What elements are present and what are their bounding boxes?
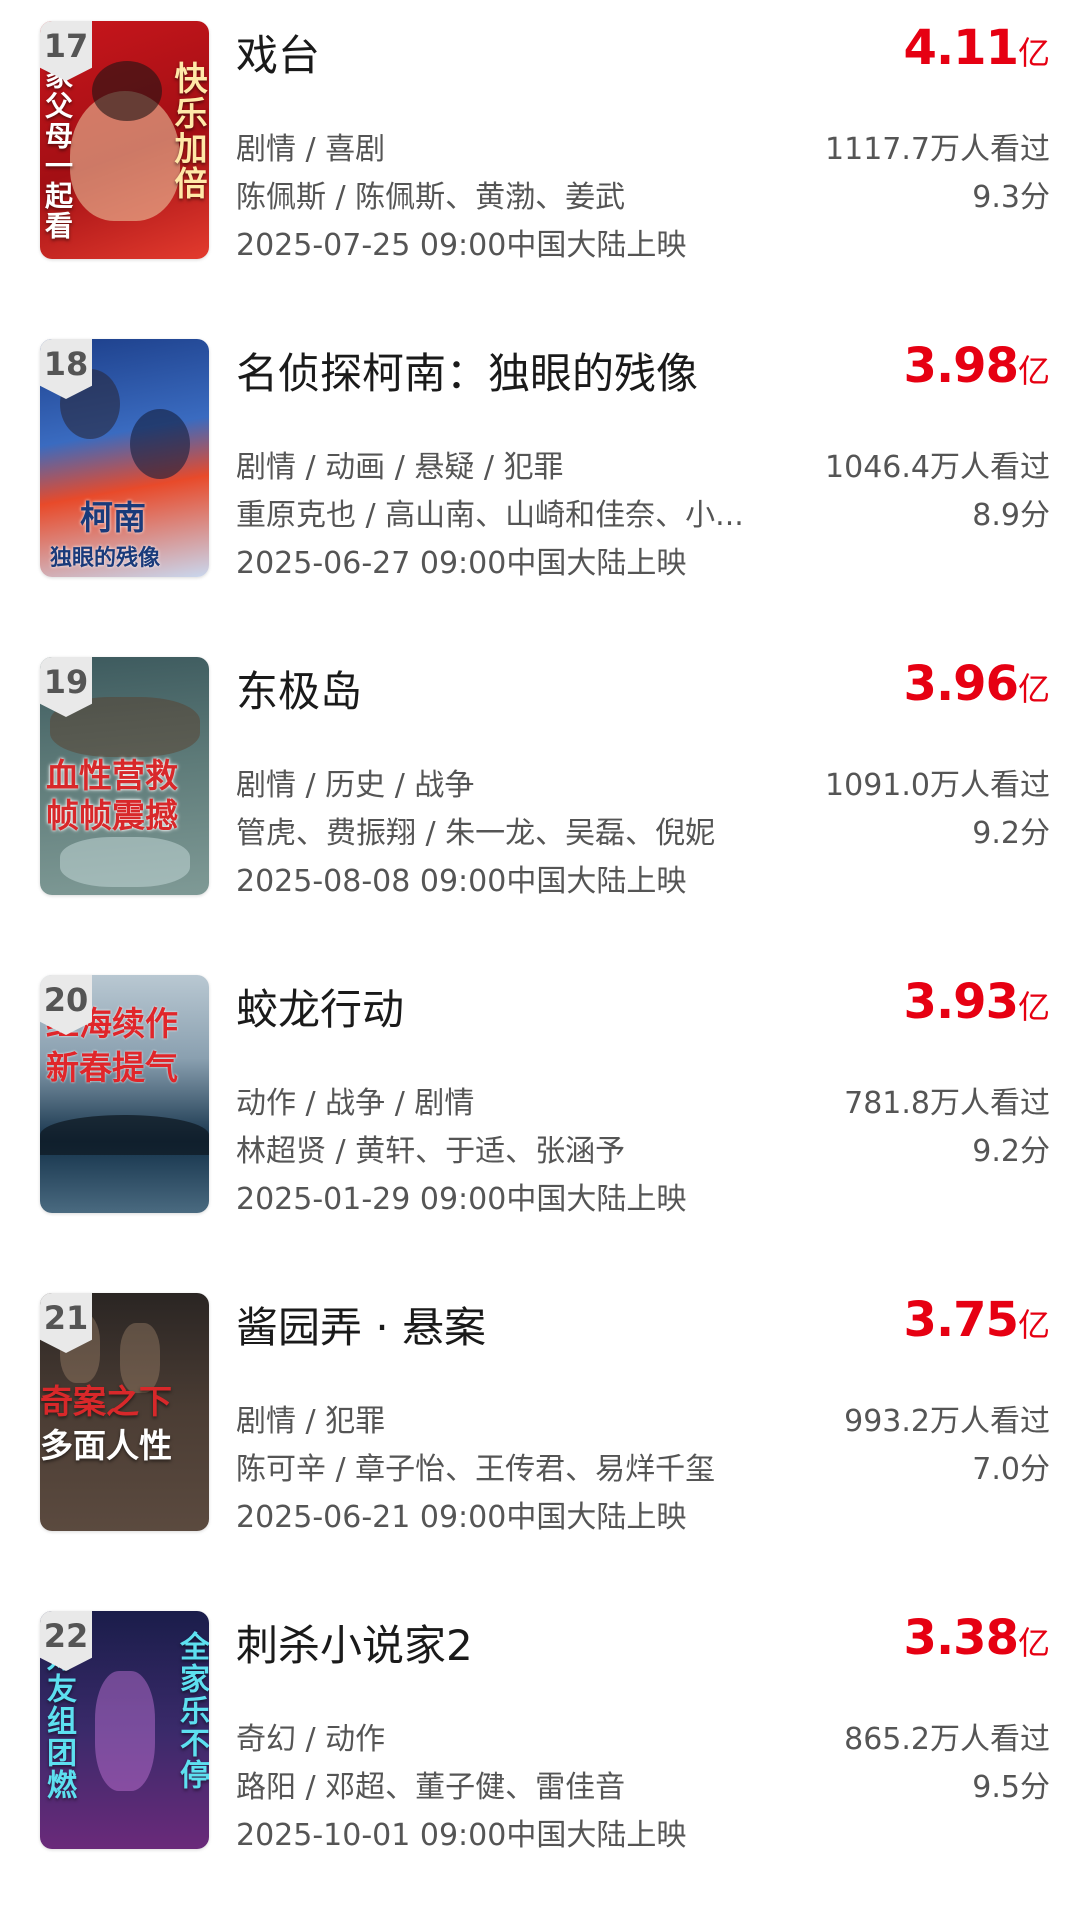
- viewer-count: 781.8万人看过: [844, 1086, 1050, 1121]
- gross-unit: 亿: [1017, 352, 1050, 390]
- viewer-count: 1117.7万人看过: [825, 132, 1050, 167]
- poster-tagline-2: 帧帧震撼: [46, 796, 178, 835]
- list-item[interactable]: 好友组团燃 全家乐不停 22 刺杀小说家2 3.38亿 奇幻 / 动作 865.…: [0, 1590, 1080, 1908]
- gross-unit: 亿: [1017, 1624, 1050, 1662]
- gross-unit: 亿: [1017, 34, 1050, 72]
- poster-image[interactable]: 红海续作 新春提气 20: [40, 975, 209, 1213]
- release-date: 2025-06-21 09:00中国大陆上映: [236, 1500, 687, 1535]
- poster-image[interactable]: 好友组团燃 全家乐不停 22: [40, 1611, 209, 1849]
- movie-crew: 管虎、费振翔 / 朱一龙、吴磊、倪妮: [236, 816, 716, 851]
- viewer-count: 865.2万人看过: [844, 1722, 1050, 1757]
- box-office-gross: 4.11亿: [904, 20, 1050, 76]
- list-item[interactable]: 血性营救 帧帧震撼 19 东极岛 3.96亿 剧情 / 历史 / 战争 1091…: [0, 636, 1080, 954]
- release-date: 2025-10-01 09:00中国大陆上映: [236, 1818, 687, 1853]
- gross-value: 3.75: [903, 1292, 1019, 1348]
- movie-genre: 剧情 / 动画 / 悬疑 / 犯罪: [236, 450, 564, 485]
- movie-title[interactable]: 酱园弄 · 悬案: [236, 1294, 486, 1355]
- poster-tagline-right: 快乐加倍: [169, 61, 208, 201]
- gross-value: 3.93: [903, 974, 1019, 1030]
- poster-tagline-1: 血性营救: [46, 756, 178, 795]
- gross-unit: 亿: [1017, 988, 1050, 1026]
- poster-tagline-1: 奇案之下: [40, 1382, 172, 1421]
- movie-genre: 剧情 / 喜剧: [236, 132, 386, 167]
- movie-genre: 奇幻 / 动作: [236, 1722, 386, 1757]
- gross-value: 3.38: [903, 1610, 1019, 1666]
- release-date: 2025-08-08 09:00中国大陆上映: [236, 864, 687, 899]
- poster-tagline-right: 全家乐不停: [174, 1631, 209, 1791]
- box-office-gross: 3.96亿: [904, 656, 1050, 712]
- poster-image[interactable]: 血性营救 帧帧震撼 19: [40, 657, 209, 895]
- movie-score: 8.9分: [972, 498, 1050, 533]
- release-date: 2025-07-25 09:00中国大陆上映: [236, 228, 687, 263]
- movie-crew: 路阳 / 邓超、董子健、雷佳音: [236, 1770, 626, 1805]
- poster-image[interactable]: 奇案之下 多面人性 21: [40, 1293, 209, 1531]
- box-office-gross: 3.75亿: [904, 1292, 1050, 1348]
- poster-title: 柯南: [80, 498, 146, 537]
- movie-score: 9.5分: [972, 1770, 1050, 1805]
- movie-genre: 剧情 / 犯罪: [236, 1404, 386, 1439]
- movie-score: 9.2分: [972, 1134, 1050, 1169]
- movie-crew: 林超贤 / 黄轩、于适、张涵予: [236, 1134, 626, 1169]
- viewer-count: 1091.0万人看过: [825, 768, 1050, 803]
- movie-title[interactable]: 刺杀小说家2: [236, 1612, 473, 1673]
- box-office-gross: 3.38亿: [904, 1610, 1050, 1666]
- viewer-count: 1046.4万人看过: [825, 450, 1050, 485]
- movie-genre: 剧情 / 历史 / 战争: [236, 768, 475, 803]
- release-date: 2025-01-29 09:00中国大陆上映: [236, 1182, 687, 1217]
- release-date: 2025-06-27 09:00中国大陆上映: [236, 546, 687, 581]
- poster-tagline-2: 新春提气: [46, 1048, 178, 1087]
- gross-unit: 亿: [1017, 670, 1050, 708]
- box-office-gross: 3.93亿: [904, 974, 1050, 1030]
- poster-subtitle: 独眼的残像: [50, 545, 161, 571]
- poster-tagline-2: 多面人性: [40, 1426, 172, 1465]
- list-item[interactable]: 红海续作 新春提气 20 蛟龙行动 3.93亿 动作 / 战争 / 剧情 781…: [0, 954, 1080, 1272]
- box-office-gross: 3.98亿: [904, 338, 1050, 394]
- list-item[interactable]: 全家父母一起看 快乐加倍 17 戏台 4.11亿 剧情 / 喜剧 1117.7万…: [0, 0, 1080, 318]
- movie-title[interactable]: 名侦探柯南：独眼的残像: [236, 340, 698, 401]
- movie-score: 9.3分: [972, 180, 1050, 215]
- gross-unit: 亿: [1017, 1306, 1050, 1344]
- box-office-list: 全家父母一起看 快乐加倍 17 戏台 4.11亿 剧情 / 喜剧 1117.7万…: [0, 0, 1080, 1856]
- movie-title[interactable]: 东极岛: [236, 658, 362, 719]
- list-item[interactable]: 奇案之下 多面人性 21 酱园弄 · 悬案 3.75亿 剧情 / 犯罪 993.…: [0, 1272, 1080, 1590]
- movie-crew: 陈可辛 / 章子怡、王传君、易烊千玺: [236, 1452, 716, 1487]
- movie-genre: 动作 / 战争 / 剧情: [236, 1086, 475, 1121]
- movie-title[interactable]: 戏台: [236, 22, 320, 83]
- movie-score: 7.0分: [972, 1452, 1050, 1487]
- movie-crew: 陈佩斯 / 陈佩斯、黄渤、姜武: [236, 180, 626, 215]
- list-item[interactable]: 柯南 独眼的残像 18 名侦探柯南：独眼的残像 3.98亿 剧情 / 动画 / …: [0, 318, 1080, 636]
- movie-title[interactable]: 蛟龙行动: [236, 976, 404, 1037]
- movie-crew: 重原克也 / 高山南、山崎和佳奈、小...: [236, 498, 744, 533]
- poster-image[interactable]: 柯南 独眼的残像 18: [40, 339, 209, 577]
- gross-value: 4.11: [903, 20, 1019, 76]
- gross-value: 3.96: [903, 656, 1019, 712]
- movie-score: 9.2分: [972, 816, 1050, 851]
- gross-value: 3.98: [903, 338, 1019, 394]
- poster-image[interactable]: 全家父母一起看 快乐加倍 17: [40, 21, 209, 259]
- viewer-count: 993.2万人看过: [844, 1404, 1050, 1439]
